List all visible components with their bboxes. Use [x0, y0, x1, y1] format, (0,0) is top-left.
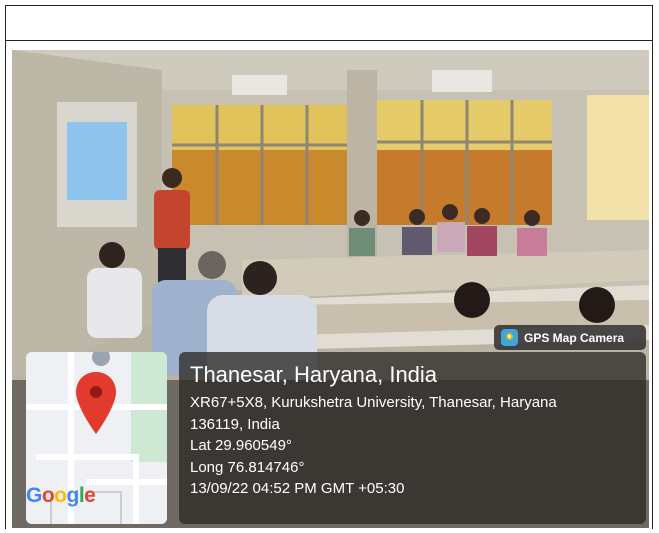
latitude: Lat 29.960549° [190, 437, 292, 454]
gps-map-camera-badge: GPS Map Camera [494, 325, 646, 350]
map-thumbnail[interactable]: Google [26, 352, 167, 524]
google-logo: Google [26, 484, 96, 507]
badge-label: GPS Map Camera [524, 330, 625, 345]
header-divider [5, 40, 653, 41]
timestamp: 13/09/22 04:52 PM GMT +05:30 [190, 480, 405, 497]
longitude: Long 76.814746° [190, 458, 305, 476]
gps-camera-icon [501, 329, 518, 346]
location-title: Thanesar, Haryana, India [190, 362, 438, 387]
location-info-panel: Thanesar, Haryana, India XR67+5X8, Kuruk… [179, 352, 646, 524]
address-line-2: 136119, India [190, 415, 280, 433]
address-line-1: XR67+5X8, Kurukshetra University, Thanes… [190, 394, 557, 411]
